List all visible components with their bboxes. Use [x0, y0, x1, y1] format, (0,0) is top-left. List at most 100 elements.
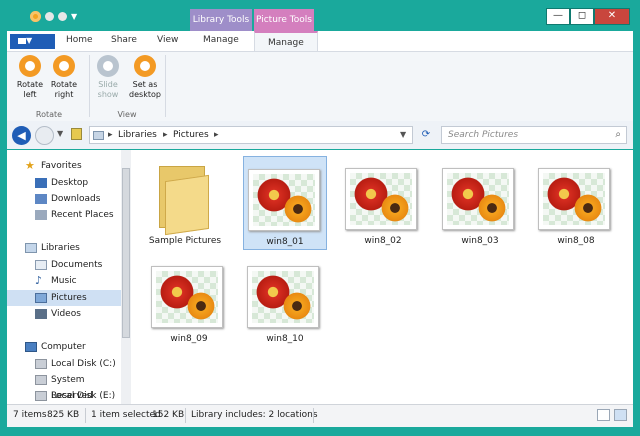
breadcrumb-libraries[interactable]: Libraries [118, 130, 157, 140]
sidebar-item-local-disk-c[interactable]: Local Disk (C:) [7, 356, 121, 372]
computer-icon [25, 342, 37, 352]
library-locations: Library includes: 2 locations [191, 410, 318, 420]
details-view-button[interactable] [597, 409, 610, 421]
file-menu-caret: ▼ [26, 36, 33, 45]
sidebar-item-system-reserved[interactable]: System Reserved [7, 372, 121, 401]
slide-show-button[interactable]: Slide show [93, 53, 123, 100]
address-dropdown-icon[interactable]: ▼ [400, 130, 406, 139]
sidebar-label: Videos [51, 309, 81, 319]
back-button[interactable]: ◀ [12, 126, 31, 145]
up-folder-icon[interactable] [71, 128, 82, 140]
desktop-icon [35, 178, 47, 188]
tab-manage-picture[interactable]: Manage [254, 31, 318, 51]
disk-icon [35, 359, 47, 369]
recent-places-icon [35, 210, 47, 220]
quick-access-dropdown-icon[interactable]: ▼ [71, 12, 77, 21]
scrollbar-thumb[interactable] [122, 168, 130, 338]
status-bar: 7 items 825 KB 1 item selected 152 KB Li… [7, 404, 633, 427]
file-name: win8_01 [266, 237, 304, 247]
sidebar-label: Recent Places [51, 210, 114, 220]
tab-home[interactable]: Home [66, 35, 93, 45]
address-bar-row: ◀ ▼ ▸ Libraries ▸ Pictures ▸ ▼ ⟳ Search … [7, 121, 633, 149]
sidebar-label: Desktop [51, 178, 89, 188]
sidebar-item-downloads[interactable]: Downloads [7, 191, 121, 207]
breadcrumb-chevron-icon[interactable]: ▸ [214, 130, 219, 140]
downloads-icon [35, 194, 47, 204]
address-input[interactable]: ▸ Libraries ▸ Pictures ▸ ▼ [89, 126, 413, 144]
rotate-left-button[interactable]: Rotate left [15, 53, 45, 100]
breadcrumb-chevron-icon[interactable]: ▸ [163, 130, 168, 140]
explorer-app-icon[interactable] [30, 11, 41, 22]
star-icon: ★ [25, 159, 35, 172]
sidebar-item-favorites[interactable]: ★ Favorites [7, 158, 121, 174]
library-tools-context-label: Library Tools [190, 9, 252, 33]
breadcrumb-chevron-icon[interactable]: ▸ [108, 130, 113, 140]
tab-share[interactable]: Share [111, 35, 137, 45]
file-item-win8-10[interactable]: win8_10 [243, 254, 327, 348]
ribbon-separator [165, 55, 166, 117]
quick-access-newfolder-icon[interactable] [58, 12, 67, 21]
status-separator [313, 408, 314, 423]
maximize-button[interactable]: ◻ [570, 8, 594, 25]
file-item-win8-03[interactable]: win8_03 [438, 156, 522, 250]
selection-count: 1 item selected [91, 410, 161, 420]
large-icons-view-button[interactable] [614, 409, 627, 421]
set-as-desktop-label-1: Set as [132, 80, 158, 89]
forward-button[interactable] [35, 126, 54, 145]
file-menu-button[interactable]: ▼ [10, 34, 55, 49]
file-name: win8_02 [364, 236, 402, 246]
sidebar-item-libraries[interactable]: Libraries [7, 240, 121, 256]
sidebar-item-computer[interactable]: Computer [7, 339, 121, 355]
sidebar-item-documents[interactable]: Documents [7, 257, 121, 273]
refresh-icon[interactable]: ⟳ [417, 126, 435, 144]
view-group-label: View [117, 110, 137, 119]
pictures-icon [35, 293, 47, 303]
libraries-icon [25, 243, 37, 253]
sidebar-label: Music [51, 276, 77, 286]
file-name: win8_10 [266, 334, 304, 344]
minimize-button[interactable]: — [546, 8, 570, 25]
file-item-sample-pictures[interactable]: Sample Pictures [143, 156, 227, 250]
sidebar-item-desktop[interactable]: Desktop [7, 175, 121, 191]
music-icon: ♪ [35, 274, 43, 287]
navigation-scrollbar[interactable] [121, 150, 131, 404]
disk-icon [35, 391, 47, 401]
picture-tools-context-label: Picture Tools [254, 9, 314, 33]
file-item-win8-08[interactable]: win8_08 [534, 156, 618, 250]
rotate-right-icon [53, 55, 75, 77]
rotate-group: Rotate left Rotate right Rotate [11, 53, 87, 119]
disk-icon [35, 375, 47, 385]
quick-access-properties-icon[interactable] [45, 12, 54, 21]
sidebar-item-recent-places[interactable]: Recent Places [7, 207, 121, 223]
sidebar-item-videos[interactable]: Videos [7, 306, 121, 322]
tab-view[interactable]: View [157, 35, 178, 45]
sidebar-label: Downloads [51, 194, 101, 204]
file-item-win8-09[interactable]: win8_09 [147, 254, 231, 348]
breadcrumb-pictures[interactable]: Pictures [173, 130, 209, 140]
tab-manage-library[interactable]: Manage [203, 35, 239, 45]
quick-access-toolbar: ▼ [30, 11, 77, 22]
rotate-right-button[interactable]: Rotate right [49, 53, 79, 100]
file-icon [18, 38, 26, 44]
folder-icon [155, 164, 209, 236]
back-arrow-icon: ◀ [17, 129, 26, 142]
sidebar-label: Local Disk (C:) [51, 359, 116, 369]
recent-locations-dropdown-icon[interactable]: ▼ [57, 129, 63, 138]
selection-size: 152 KB [152, 410, 185, 420]
sidebar-item-pictures[interactable]: Pictures [7, 290, 121, 306]
rotate-group-label: Rotate [35, 110, 63, 119]
view-group: Slide show Set as desktop View [91, 53, 163, 119]
file-item-win8-01[interactable]: win8_01 [243, 156, 327, 250]
rotate-right-label-1: Rotate [50, 80, 78, 89]
search-icon: ⌕ [615, 129, 621, 140]
sidebar-label: Favorites [41, 161, 82, 171]
sidebar-item-local-disk-e[interactable]: Local Disk (E:) [7, 388, 121, 404]
close-button[interactable]: ✕ [594, 8, 630, 25]
sidebar-label: Computer [41, 342, 86, 352]
set-as-desktop-button[interactable]: Set as desktop [127, 53, 163, 100]
search-input[interactable]: Search Pictures ⌕ [441, 126, 627, 144]
sidebar-item-music[interactable]: ♪ Music [7, 273, 121, 289]
videos-icon [35, 309, 47, 319]
sidebar-label: Pictures [51, 293, 87, 303]
file-item-win8-02[interactable]: win8_02 [341, 156, 425, 250]
